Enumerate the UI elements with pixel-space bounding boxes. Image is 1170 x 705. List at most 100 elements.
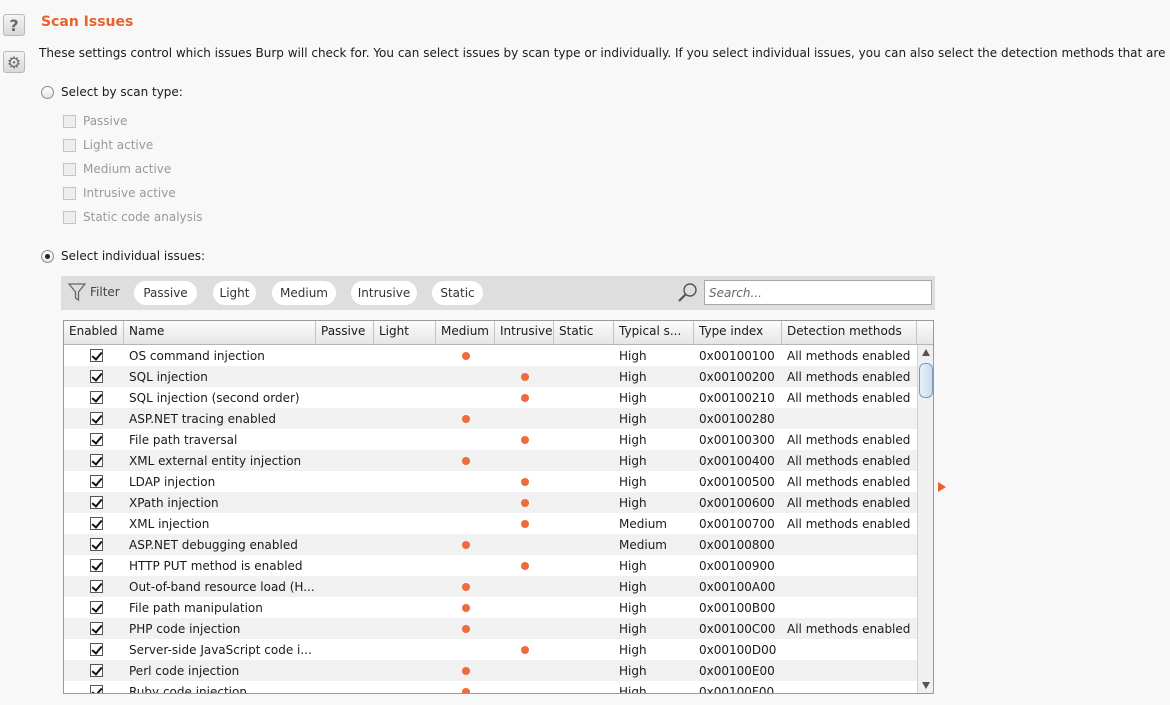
table-row[interactable]: OS command injection High 0x00100100 All me… (64, 345, 917, 366)
radio-button[interactable] (41, 249, 54, 263)
table-row[interactable]: Out-of-band resource load (H... High 0x001… (64, 576, 917, 597)
column-header-medium[interactable]: Medium (436, 321, 495, 344)
table-row[interactable]: PHP code injection High 0x00100C00 All meth… (64, 618, 917, 639)
filter-pill-passive[interactable]: Passive (134, 281, 197, 305)
scroll-thumb[interactable] (919, 363, 933, 398)
filter-pill-intrusive[interactable]: Intrusive (351, 281, 417, 305)
enabled-cell (64, 391, 124, 404)
enabled-checkbox[interactable] (89, 538, 103, 551)
checkbox-label: Light active (83, 138, 154, 152)
intrusive-indicator-icon (520, 393, 529, 402)
select-individual-issues-radio[interactable]: Select individual issues: (41, 249, 205, 263)
enabled-checkbox[interactable] (89, 643, 103, 656)
issue-name: SQL injection (129, 369, 208, 384)
medium-indicator-icon (461, 582, 470, 591)
enabled-cell (64, 433, 124, 446)
medium-indicator-icon (461, 687, 470, 693)
column-header-name[interactable]: Name (124, 321, 316, 344)
medium-indicator-icon (461, 351, 470, 360)
column-header-light[interactable]: Light (374, 321, 436, 344)
table-row[interactable]: XPath injection High 0x00100600 All methods… (64, 492, 917, 513)
table-row[interactable]: File path manipulation High 0x00100B00 (64, 597, 917, 618)
table-row[interactable]: ASP.NET debugging enabled Medium 0x0010080… (64, 534, 917, 555)
issue-name: XPath injection (129, 495, 219, 510)
medium-indicator-icon (461, 603, 470, 612)
table-row[interactable]: LDAP injection High 0x00100500 All methods … (64, 471, 917, 492)
help-button[interactable]: ? (3, 14, 25, 36)
intrusive-indicator-icon (520, 519, 529, 528)
enabled-checkbox[interactable] (89, 559, 103, 572)
enabled-checkbox[interactable] (89, 685, 103, 693)
intrusive-cell (495, 561, 554, 570)
table-row[interactable]: XML external entity injection High 0x00100… (64, 450, 917, 471)
enabled-checkbox[interactable] (89, 475, 103, 488)
column-header-typical-severity[interactable]: Typical s... (614, 321, 694, 344)
table-row[interactable]: File path traversal High 0x00100300 All met… (64, 429, 917, 450)
enabled-checkbox[interactable] (89, 433, 103, 446)
enabled-cell (64, 580, 124, 593)
enabled-checkbox[interactable] (89, 496, 103, 509)
issues-table: Enabled Name Passive Light Medium Intrus… (63, 320, 934, 694)
filter-pill-static[interactable]: Static (432, 281, 483, 305)
select-by-scan-type-radio[interactable]: Select by scan type: (41, 85, 183, 99)
severity-cell: High (619, 348, 647, 363)
filter-pill-light[interactable]: Light (213, 281, 256, 305)
filter-pill-medium[interactable]: Medium (272, 281, 336, 305)
severity-cell: High (619, 642, 647, 657)
type-index-cell: 0x00100280 (699, 411, 775, 426)
table-row[interactable]: SQL injection High 0x00100200 All methods e… (64, 366, 917, 387)
issue-name: File path manipulation (129, 600, 263, 615)
intrusive-cell (495, 477, 554, 486)
filter-label[interactable]: Filter (90, 285, 120, 299)
enabled-checkbox[interactable] (89, 454, 103, 467)
section-title: Scan Issues (41, 14, 134, 30)
vertical-scrollbar[interactable] (917, 345, 933, 693)
table-row[interactable]: Server-side JavaScript code i... High 0x00… (64, 639, 917, 660)
enabled-checkbox[interactable] (89, 664, 103, 677)
severity-cell: High (619, 579, 647, 594)
settings-button[interactable]: ⚙ (3, 51, 25, 73)
enabled-checkbox[interactable] (89, 370, 103, 383)
medium-cell (436, 624, 495, 633)
issue-name: ASP.NET tracing enabled (129, 411, 276, 426)
scroll-down-icon[interactable] (922, 682, 930, 689)
table-row[interactable]: Perl code injection High 0x00100E00 (64, 660, 917, 681)
search-input[interactable]: Search... (704, 280, 932, 305)
expand-arrow-icon[interactable] (938, 482, 946, 492)
enabled-checkbox[interactable] (89, 622, 103, 635)
table-row[interactable]: Ruby code injection High 0x00100F00 (64, 681, 917, 693)
column-header-static[interactable]: Static (554, 321, 614, 344)
checkbox-label: Passive (83, 114, 128, 128)
column-header-passive[interactable]: Passive (316, 321, 374, 344)
column-header-enabled[interactable]: Enabled (64, 321, 124, 344)
intrusive-indicator-icon (520, 435, 529, 444)
medium-cell (436, 414, 495, 423)
enabled-checkbox[interactable] (89, 601, 103, 614)
type-index-cell: 0x00100800 (699, 537, 775, 552)
search-icon (678, 283, 697, 302)
table-row[interactable]: HTTP PUT method is enabled High 0x00100900 (64, 555, 917, 576)
medium-cell (436, 603, 495, 612)
column-header-detection-methods[interactable]: Detection methods (782, 321, 917, 344)
enabled-checkbox[interactable] (89, 580, 103, 593)
column-header-type-index[interactable]: Type index (694, 321, 782, 344)
scan-type-option-light-active: Light active (63, 138, 153, 152)
enabled-cell (64, 559, 124, 572)
enabled-checkbox[interactable] (89, 391, 103, 404)
table-row[interactable]: XML injection Medium 0x00100700 All methods… (64, 513, 917, 534)
radio-button[interactable] (41, 85, 54, 99)
enabled-checkbox[interactable] (89, 349, 103, 362)
issue-name: Out-of-band resource load (H... (129, 579, 315, 594)
intrusive-indicator-icon (520, 372, 529, 381)
enabled-checkbox[interactable] (89, 412, 103, 425)
filter-icon[interactable] (68, 282, 86, 302)
table-row[interactable]: SQL injection (second order) High 0x001002… (64, 387, 917, 408)
table-row[interactable]: ASP.NET tracing enabled High 0x00100280 (64, 408, 917, 429)
issue-name: Perl code injection (129, 663, 240, 678)
medium-indicator-icon (461, 624, 470, 633)
enabled-checkbox[interactable] (89, 517, 103, 530)
column-header-intrusive[interactable]: Intrusive (495, 321, 554, 344)
table-body: OS command injection High 0x00100100 All me… (64, 345, 917, 693)
detection-methods-cell: All methods enabled (787, 348, 911, 363)
scroll-up-icon[interactable] (922, 349, 930, 356)
